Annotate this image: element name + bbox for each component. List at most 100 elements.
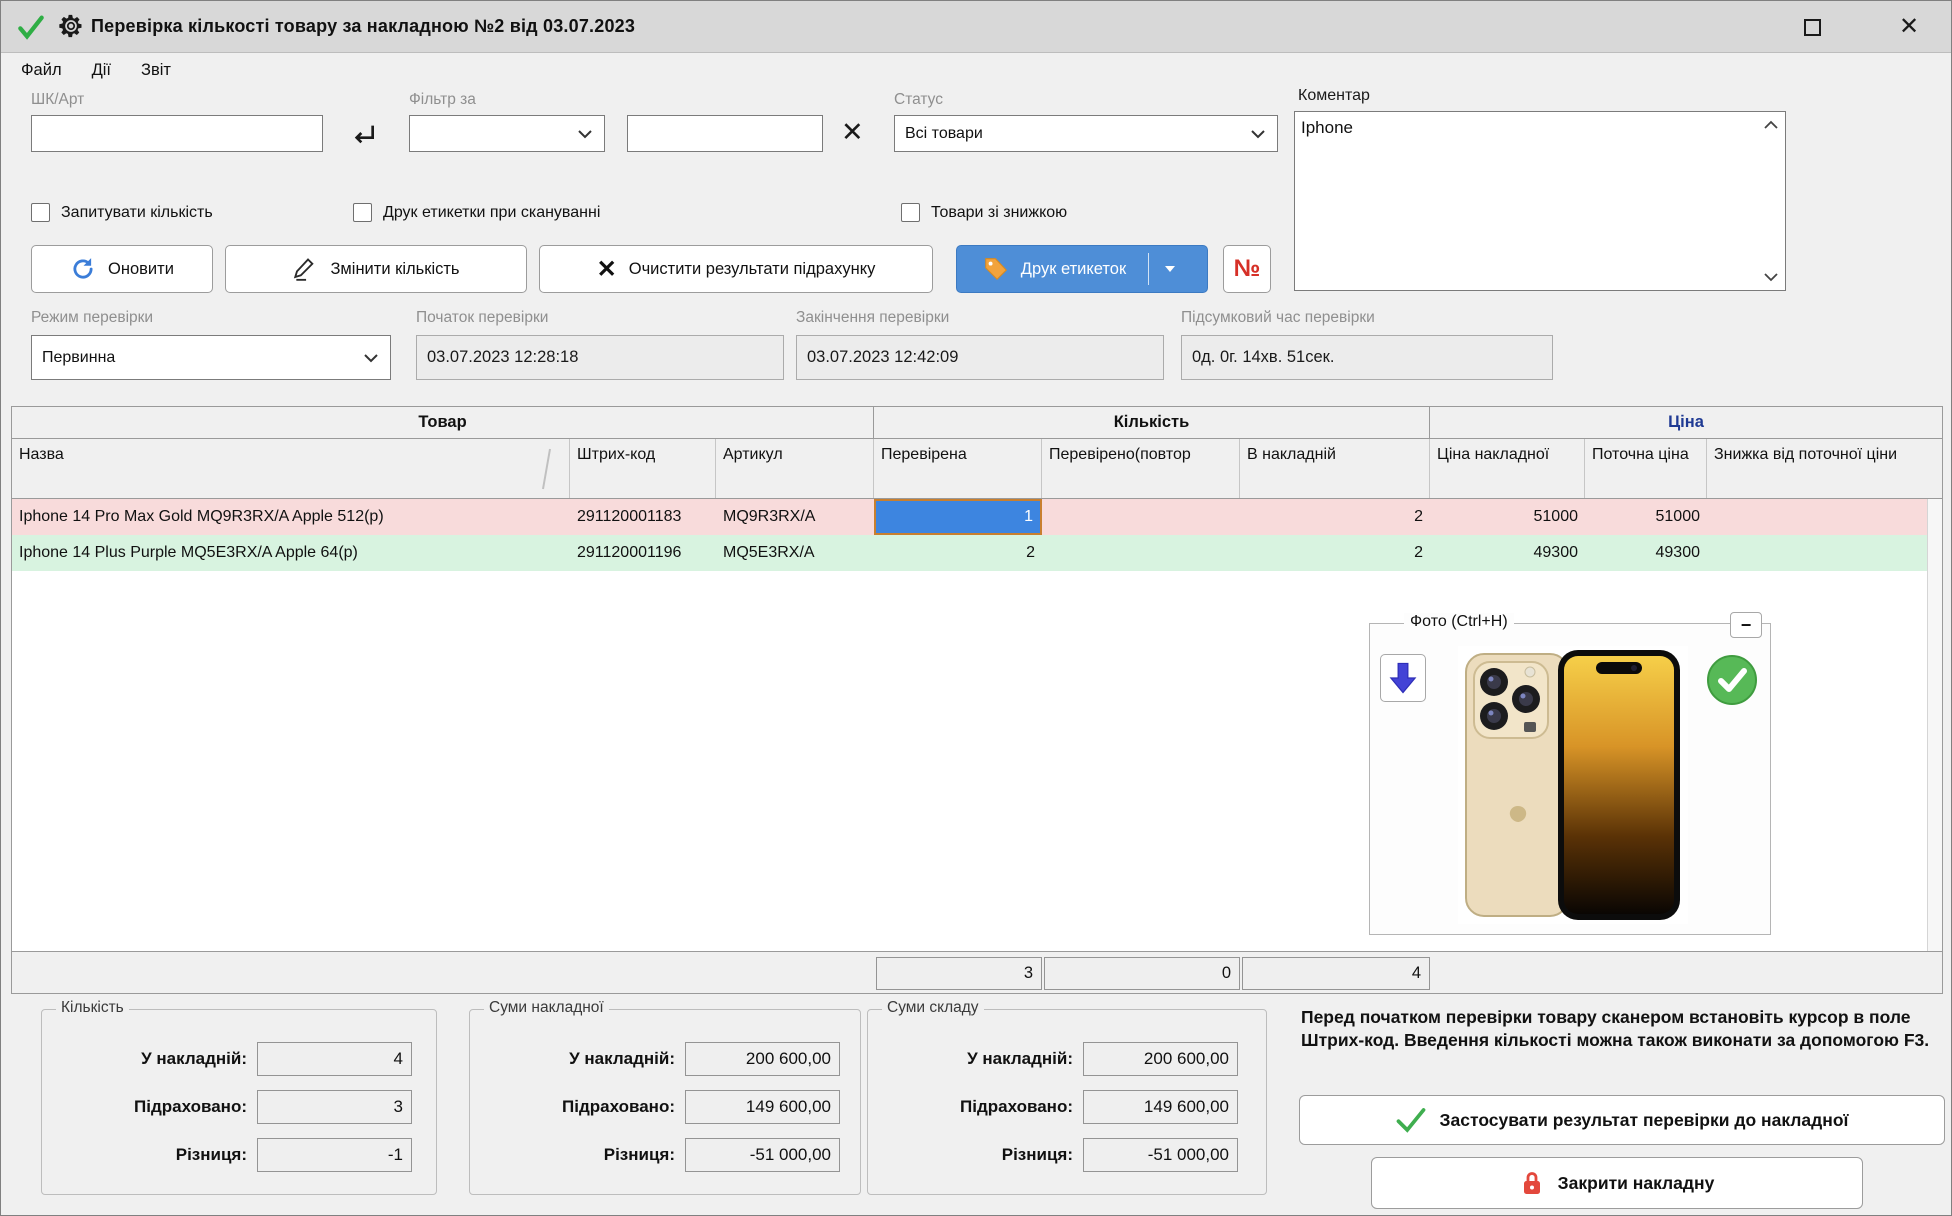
filter-by-select[interactable] (409, 115, 605, 152)
status-select[interactable]: Всі товари (894, 115, 1278, 152)
cell-discount[interactable] (1707, 499, 1942, 535)
stock-sums-title: Суми складу (882, 999, 984, 1017)
photo-panel-title: Фото (Ctrl+H) (1404, 613, 1514, 631)
total-checked-repeat: 0 (1044, 957, 1240, 990)
app-window: Перевірка кількості товару за накладною … (0, 0, 1952, 1216)
discounted-checkbox[interactable] (901, 203, 920, 222)
filter-text-input[interactable] (627, 115, 823, 152)
inv-difference-label: Різниця: (470, 1145, 685, 1165)
col-barcode[interactable]: Штрих-код (570, 439, 716, 498)
inv-counted-label: Підраховано: (470, 1097, 685, 1117)
apply-results-button[interactable]: Застосувати результат перевірки до накла… (1299, 1095, 1945, 1145)
invoice-sums-title: Суми накладної (484, 999, 609, 1017)
photo-download-button[interactable] (1380, 654, 1426, 702)
menubar: Файл Дії Звіт (1, 54, 1951, 87)
group-price: Ціна (1430, 407, 1942, 438)
clear-results-label: Очистити результати підрахунку (629, 260, 876, 279)
cell-barcode[interactable]: 291120001183 (570, 499, 716, 535)
scroll-up-icon[interactable] (1763, 120, 1779, 130)
mode-value: Первинна (42, 349, 115, 367)
cell-barcode[interactable]: 291120001196 (570, 535, 716, 571)
col-in-invoice[interactable]: В накладній (1240, 439, 1430, 498)
quantity-summary-title: Кількість (56, 999, 129, 1017)
numbering-button[interactable]: № (1223, 245, 1271, 293)
minus-icon: − (1741, 615, 1752, 636)
photo-collapse-button[interactable]: − (1730, 612, 1762, 638)
app-check-icon (15, 11, 47, 43)
chevron-down-icon (576, 128, 594, 140)
col-checked[interactable]: Перевірена (874, 439, 1042, 498)
cell-current-price[interactable]: 51000 (1585, 499, 1707, 535)
cell-invoice-price[interactable]: 51000 (1430, 499, 1585, 535)
dropdown-caret-icon[interactable] (1163, 264, 1177, 274)
check-icon (1396, 1107, 1426, 1133)
table-row[interactable]: Iphone 14 Plus Purple MQ5E3RX/A Apple 64… (12, 535, 1942, 571)
maximize-button[interactable] (1788, 7, 1836, 47)
cell-invoice-price[interactable]: 49300 (1430, 535, 1585, 571)
cell-article[interactable]: MQ5E3RX/A (716, 535, 874, 571)
cell-checked-repeat[interactable] (1042, 535, 1240, 571)
col-article[interactable]: Артикул (716, 439, 874, 498)
mode-select[interactable]: Первинна (31, 335, 391, 380)
quantity-summary-panel: Кількість У накладній: 4 Підраховано: 3 … (41, 1009, 437, 1195)
cell-article[interactable]: MQ9R3RX/A (716, 499, 874, 535)
sku-input[interactable] (31, 115, 323, 152)
status-value: Всі товари (905, 125, 983, 143)
close-invoice-button[interactable]: Закрити накладну (1371, 1157, 1863, 1209)
numbering-label: № (1234, 255, 1261, 283)
clear-results-button[interactable]: ✕ Очистити результати підрахунку (539, 245, 933, 293)
stock-difference-value: -51 000,00 (1083, 1138, 1238, 1172)
qty-in-invoice-value: 4 (257, 1042, 412, 1076)
cell-checked-selected[interactable]: 1 (874, 499, 1042, 535)
change-quantity-label: Змінити кількість (330, 260, 459, 279)
change-quantity-button[interactable]: Змінити кількість (225, 245, 527, 293)
close-button[interactable]: ✕ (1885, 7, 1933, 47)
qty-in-invoice-label: У накладній: (42, 1049, 257, 1069)
table-group-header: Товар Кількість Ціна (12, 407, 1942, 439)
col-invoice-price[interactable]: Ціна накладної (1430, 439, 1585, 498)
gear-icon (57, 12, 85, 40)
inv-in-invoice-label: У накладній: (470, 1049, 685, 1069)
discounted-label: Товари зі знижкою (931, 204, 1067, 222)
menu-actions[interactable]: Дії (92, 61, 111, 80)
print-on-scan-checkbox[interactable] (353, 203, 372, 222)
cell-in-invoice[interactable]: 2 (1240, 535, 1430, 571)
print-labels-label: Друк етикеток (1021, 260, 1126, 279)
table-row[interactable]: Iphone 14 Pro Max Gold MQ9R3RX/A Apple 5… (12, 499, 1942, 535)
table-column-header: Назва Штрих-код Артикул Перевірена Перев… (12, 439, 1942, 499)
pencil-icon (292, 256, 318, 282)
product-photo (1458, 646, 1688, 924)
clear-filter-icon[interactable]: ✕ (841, 117, 864, 148)
cell-name[interactable]: Iphone 14 Plus Purple MQ5E3RX/A Apple 64… (12, 535, 570, 571)
cell-name[interactable]: Iphone 14 Pro Max Gold MQ9R3RX/A Apple 5… (12, 499, 570, 535)
print-on-scan-label: Друк етикетки при скануванні (383, 204, 600, 222)
cell-current-price[interactable]: 49300 (1585, 535, 1707, 571)
col-discount[interactable]: Знижка від поточної ціни (1707, 439, 1942, 498)
stock-difference-label: Різниця: (868, 1145, 1083, 1165)
cell-checked-repeat[interactable] (1042, 499, 1240, 535)
scroll-down-icon[interactable] (1763, 272, 1779, 282)
enter-icon[interactable] (345, 119, 379, 151)
filter-by-label: Фільтр за (409, 91, 476, 109)
comment-text: Iphone (1301, 118, 1353, 138)
photo-verified-icon (1706, 654, 1758, 706)
comment-textarea[interactable]: Iphone (1294, 111, 1786, 291)
col-name[interactable]: Назва (12, 439, 570, 498)
ask-quantity-checkbox[interactable] (31, 203, 50, 222)
cell-in-invoice[interactable]: 2 (1240, 499, 1430, 535)
total-in-invoice: 4 (1242, 957, 1430, 990)
col-checked-repeat[interactable]: Перевірено(повтор (1042, 439, 1240, 498)
col-current-price[interactable]: Поточна ціна (1585, 439, 1707, 498)
refresh-button[interactable]: Оновити (31, 245, 213, 293)
cell-checked[interactable]: 2 (874, 535, 1042, 571)
cell-discount[interactable] (1707, 535, 1942, 571)
menu-file[interactable]: Файл (21, 61, 62, 80)
duration-field: 0д. 0г. 14хв. 51сек. (1181, 335, 1553, 380)
menu-report[interactable]: Звіт (141, 61, 171, 80)
column-resize-icon[interactable] (539, 447, 553, 491)
start-time-label: Початок перевірки (416, 309, 548, 327)
table-scrollbar[interactable] (1927, 499, 1942, 951)
total-checked: 3 (876, 957, 1042, 990)
print-labels-button[interactable]: Друк етикеток (956, 245, 1208, 293)
lock-icon (1520, 1170, 1544, 1196)
